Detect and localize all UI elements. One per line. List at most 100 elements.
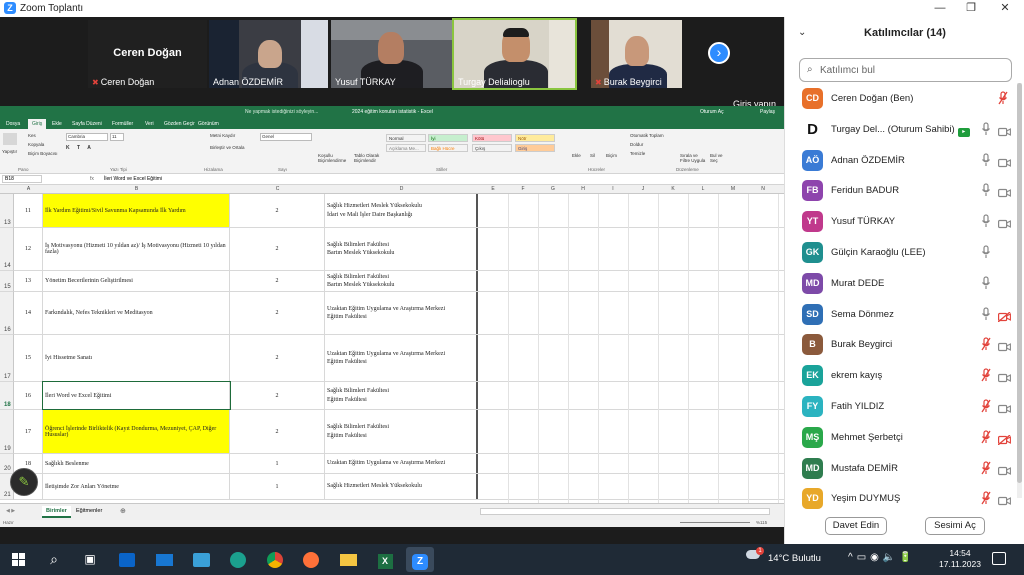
tab-insert[interactable]: Ekle [52, 121, 62, 127]
style-explanatory[interactable]: Açıklama Me... [386, 144, 426, 152]
video-tile[interactable]: ✖ Burak Beygirci [591, 20, 682, 88]
participant-row[interactable]: FY Fatih YILDIZ [785, 391, 1024, 422]
cell-count[interactable]: 2 [230, 335, 325, 381]
cell-count[interactable]: 2 [230, 194, 325, 227]
cell-training-name[interactable]: İş Motivasyonu (Hizmeti 10 yıldan az)/ İ… [43, 228, 230, 270]
camera-icon[interactable] [998, 493, 1011, 506]
cell-count[interactable]: 2 [230, 271, 325, 291]
mic-icon[interactable] [981, 152, 991, 167]
column-header-k[interactable]: K [658, 186, 688, 192]
style-good[interactable]: İyi [428, 134, 468, 142]
participant-row[interactable]: D Turgay Del... (Oturum Sahibi) ▸ [785, 114, 1024, 145]
mail-icon[interactable] [150, 547, 178, 572]
video-tile[interactable]: Adnan ÖZDEMİR [209, 20, 328, 88]
participant-row[interactable]: B Burak Beygirci [785, 329, 1024, 360]
cell-training-name[interactable]: İyi Hissetme Sanatı [43, 335, 230, 381]
column-header-c[interactable]: C [230, 186, 325, 192]
cell-index[interactable]: 14 [14, 292, 43, 334]
autosum-button[interactable]: Otomatik Toplam [630, 133, 664, 138]
participant-row[interactable]: YD Yeşim DUYMUŞ [785, 483, 1024, 514]
cell-count[interactable]: 1 [230, 454, 325, 473]
add-sheet-icon[interactable]: ⊕ [120, 507, 126, 515]
style-bad[interactable]: Kötü [472, 134, 512, 142]
cell-index[interactable]: 17 [14, 410, 43, 453]
close-button[interactable]: ✕ [990, 1, 1020, 16]
clear-button[interactable]: Temizle [630, 151, 645, 156]
delete-cells-button[interactable]: Sil [590, 153, 595, 158]
cell-training-name[interactable]: İlk Yardım Eğitimi/Sivil Savunma Kapsamı… [43, 194, 230, 227]
cell-count[interactable]: 2 [230, 228, 325, 270]
notification-center-icon[interactable] [992, 552, 1006, 565]
excel-icon[interactable]: X [371, 547, 399, 572]
font-select[interactable]: Cambria [66, 133, 108, 141]
share-button[interactable]: Paylaş [760, 109, 775, 115]
wrap-text-button[interactable]: Metni Kaydır [210, 133, 235, 138]
unmute-button[interactable]: Sesimi Aç [925, 517, 985, 535]
participant-row[interactable]: AÖ Adnan ÖZDEMİR [785, 145, 1024, 176]
sheet-tab-birimler[interactable]: Birimler [42, 506, 71, 518]
mic-muted-icon[interactable] [981, 430, 991, 444]
camera-off-icon[interactable] [997, 432, 1011, 446]
zoom-app-icon[interactable]: Z [406, 547, 434, 572]
row-header[interactable]: 15 [0, 271, 14, 292]
cell-index[interactable]: 13 [14, 271, 43, 291]
tab-file[interactable]: Dosya [6, 121, 20, 127]
column-header-l[interactable]: L [688, 186, 718, 192]
windows-start-icon[interactable] [4, 547, 32, 572]
find-select-button[interactable]: Bul ve Seç [710, 153, 726, 163]
camera-icon[interactable] [998, 401, 1011, 414]
cell-count[interactable]: 2 [230, 410, 325, 453]
row-header[interactable]: 18 [0, 382, 14, 410]
minimize-button[interactable]: — [925, 1, 955, 16]
font-size-select[interactable]: 11 [110, 133, 124, 141]
format-cells-button[interactable]: Biçim [606, 153, 617, 158]
format-painter-button[interactable]: Biçim Boyacısı [28, 151, 58, 156]
cell-training-name[interactable]: İleri Word ve Excel Eğitimi [42, 381, 231, 410]
mic-icon[interactable] [981, 276, 991, 290]
video-tile[interactable]: Yusuf TÜRKAY [331, 20, 452, 88]
cell-units[interactable]: Sağlık Hizmetleri Meslek Yüksekokulu İdar… [325, 194, 478, 227]
column-header-m[interactable]: M [718, 186, 748, 192]
column-header-j[interactable]: J [628, 186, 658, 192]
sort-filter-button[interactable]: Sırala ve Filtre Uygula [680, 153, 706, 163]
tab-home[interactable]: Giriş [28, 119, 47, 129]
horizontal-scrollbar[interactable] [480, 508, 770, 515]
next-page-icon[interactable]: › [708, 42, 730, 64]
cell-count[interactable]: 2 [230, 382, 325, 409]
mic-icon[interactable] [981, 306, 991, 321]
cell-units[interactable]: Uzaktan Eğitim Uygulama ve Araştırma Mer… [325, 292, 478, 334]
copy-button[interactable]: Kopyala [28, 142, 44, 147]
number-format-select[interactable]: Genel [260, 133, 312, 141]
fx-icon[interactable]: fx [90, 176, 94, 182]
sheet-tab-egitmenler[interactable]: Eğitmenler [72, 506, 106, 516]
camera-off-icon[interactable] [997, 309, 1011, 323]
camera-icon[interactable] [998, 370, 1011, 383]
cell-training-name[interactable]: Yönetim Becerilerinin Geliştirilmesi [43, 271, 230, 291]
participant-row[interactable]: YT Yusuf TÜRKAY [785, 206, 1024, 237]
camera-icon[interactable] [998, 339, 1011, 352]
column-header-i[interactable]: I [598, 186, 628, 192]
insert-cells-button[interactable]: Ekle [572, 153, 581, 158]
tab-view[interactable]: Görünüm [198, 121, 219, 127]
mic-icon[interactable] [981, 183, 991, 197]
column-header-f[interactable]: F [508, 186, 538, 192]
camera-icon[interactable] [998, 216, 1011, 229]
chrome-icon[interactable] [261, 547, 289, 572]
cell-training-name[interactable]: Öğrenci İşlerinde Birliktelik (Kayıt Don… [43, 410, 230, 453]
participant-search-input[interactable]: ⌕ Katılımcı bul [799, 58, 1012, 82]
cell-count[interactable]: 1 [230, 474, 325, 499]
participant-row[interactable]: FB Feridun BADUR [785, 175, 1024, 206]
camera-icon[interactable] [998, 124, 1011, 136]
cell-units[interactable]: Uzaktan Eğitim Uygulama ve Araştırma Mer… [325, 335, 478, 381]
maximize-button[interactable]: ❐ [956, 1, 986, 16]
mic-muted-icon[interactable] [981, 399, 991, 413]
zoom-slider[interactable] [680, 522, 750, 523]
participant-row[interactable]: EK ekrem kayış [785, 360, 1024, 391]
sheet-nav-icon[interactable]: ◀ ▶ [6, 508, 15, 514]
paste-button[interactable]: Yapıştır [2, 149, 17, 154]
camera-icon[interactable] [998, 463, 1011, 475]
mic-muted-icon[interactable] [981, 491, 991, 505]
participant-row[interactable]: MD Murat DEDE [785, 268, 1024, 299]
firefox-icon[interactable] [297, 547, 325, 572]
camera-icon[interactable] [998, 155, 1011, 167]
